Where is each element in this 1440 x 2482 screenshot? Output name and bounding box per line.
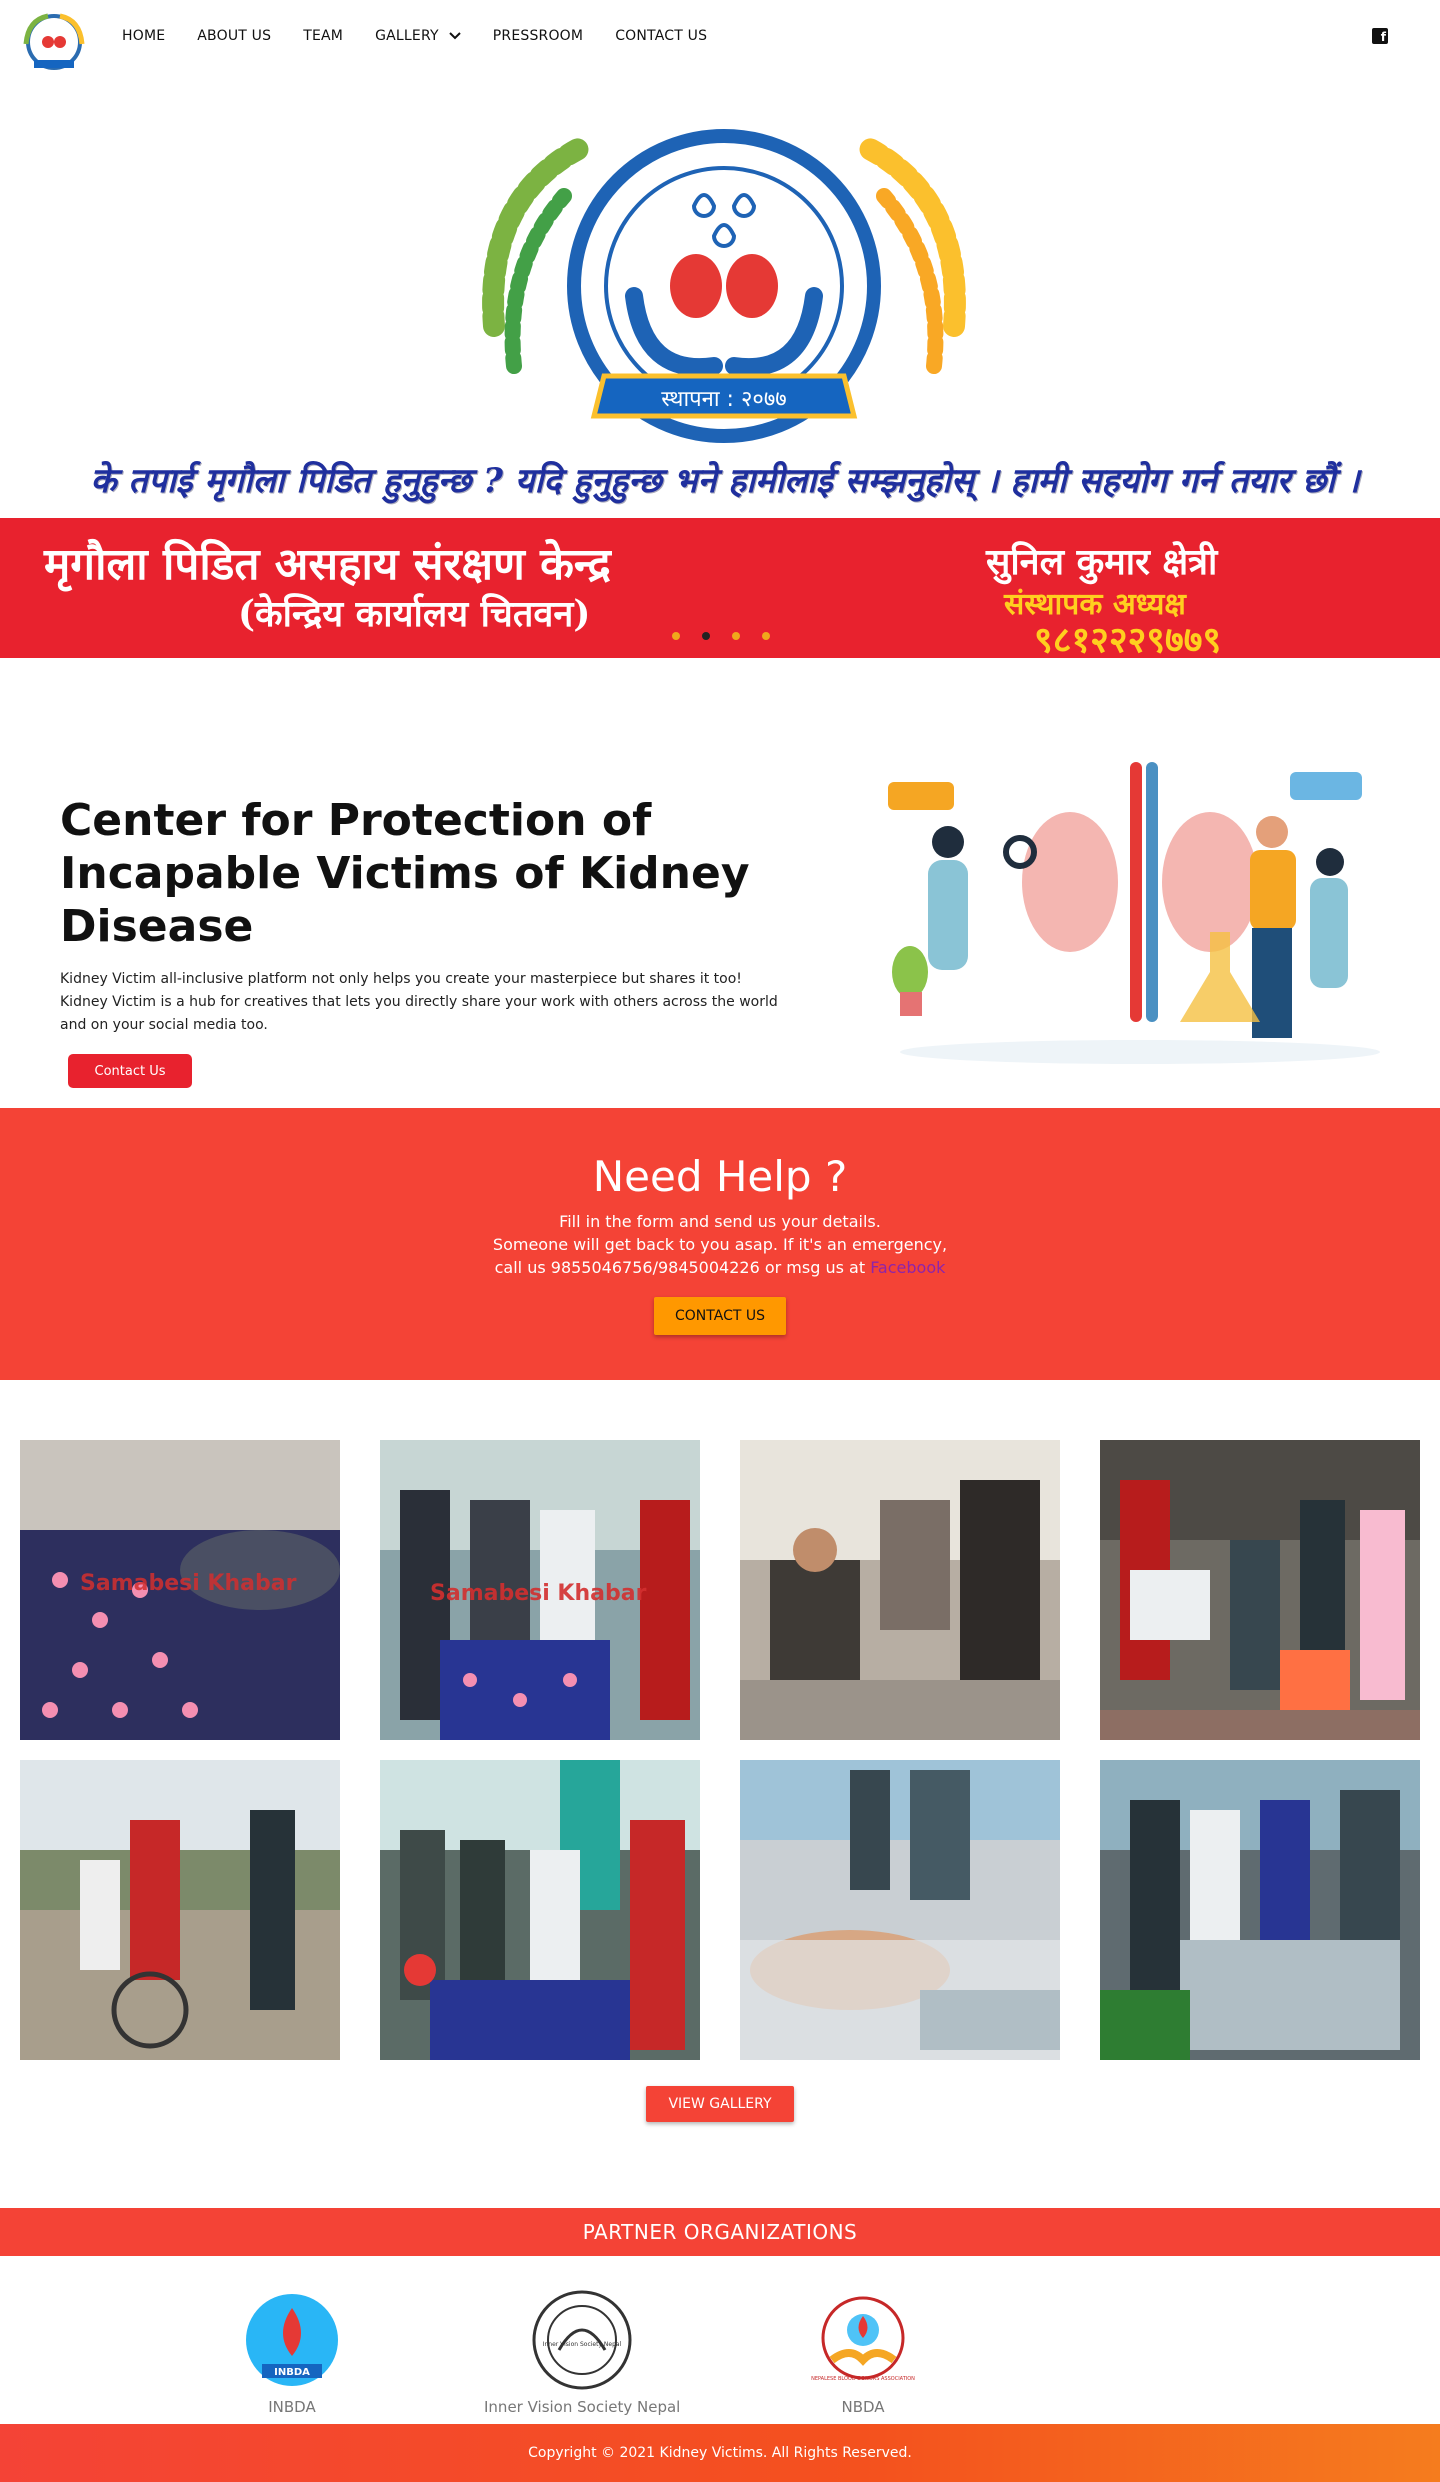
gallery-photo[interactable] [1100, 1440, 1420, 1740]
photo-watermark: Samabesi Khabar [430, 1581, 647, 1606]
nav-about-us[interactable]: ABOUT US [197, 28, 271, 44]
view-gallery-button[interactable]: VIEW GALLERY [646, 2086, 794, 2122]
svg-text:INBDA: INBDA [274, 2367, 310, 2378]
partner-name: NBDA [841, 2398, 885, 2416]
banner-title: मृगौला पिडित असहाय संरक्षण केन्द्र [44, 539, 611, 590]
nav-team[interactable]: TEAM [303, 28, 343, 44]
partner-name: INBDA [268, 2398, 316, 2416]
kidney-doctors-illustration [888, 762, 1380, 1064]
photo-ward-visit [1100, 1760, 1420, 2060]
slider-dot[interactable] [762, 632, 770, 640]
slider-dot[interactable] [672, 632, 680, 640]
gallery-photo[interactable] [740, 1440, 1060, 1740]
about-section: Center for Protection of Incapable Victi… [0, 658, 1440, 1108]
partner-nbda[interactable]: NEPALESE BLOOD DONORS ASSOCIATION NBDA [810, 2290, 916, 2416]
banner-founder-name: सुनिल कुमार क्षेत्री [986, 541, 1218, 583]
photo-elderly-patient [740, 1440, 1060, 1740]
slider-dots [672, 632, 770, 640]
partner-name: Inner Vision Society Nepal [484, 2398, 681, 2416]
hero-slider: स्थापना : २०७७ के तपाई मृगौला पिडित हुनु… [0, 76, 1440, 658]
slider-dot[interactable] [732, 632, 740, 640]
partners-section: INBDA INBDA Inner Vision Society Nepal I… [0, 2256, 1440, 2424]
nav-gallery[interactable]: GALLERY [375, 28, 461, 44]
help-line-2: Someone will get back to you asap. If it… [492, 1235, 948, 1254]
hero-tagline: के तपाई मृगौला पिडित हुनुहुन्छ ? यदि हुन… [90, 461, 1360, 501]
photo-donation-handover: Samabesi Khabar [380, 1440, 700, 1740]
contact-us-cta-button[interactable]: CONTACT US [654, 1297, 786, 1335]
contact-us-button[interactable]: Contact Us [68, 1054, 192, 1088]
nav-contact-us[interactable]: CONTACT US [615, 28, 707, 44]
nav-home[interactable]: HOME [122, 28, 165, 44]
main-menu: HOME ABOUT US TEAM GALLERY PRESSROOM CON… [122, 28, 739, 44]
help-phone-text: call us 9855046756/9845004226 or msg us … [494, 1258, 871, 1277]
gallery-photo[interactable] [1100, 1760, 1420, 2060]
partner-inbda[interactable]: INBDA INBDA [232, 2290, 352, 2416]
copyright-text: Copyright © 2021 Kidney Victims. All Rig… [528, 2445, 912, 2461]
photo-patient-bed [740, 1760, 1060, 2060]
photo-patient-care: Samabesi Khabar [20, 1440, 340, 1740]
gallery-photo[interactable]: Samabesi Khabar [20, 1440, 340, 1740]
footer: Copyright © 2021 Kidney Victims. All Rig… [0, 2424, 1440, 2482]
banner-subtitle: (केन्द्रिय कार्यालय चितवन) [238, 593, 591, 635]
photo-outdoor-wheelchair [20, 1760, 340, 2060]
photo-wheelchair-support [1100, 1440, 1420, 1740]
slider-dot-active[interactable] [702, 632, 710, 640]
gallery-photo[interactable]: Samabesi Khabar [380, 1440, 700, 1740]
gallery-photo[interactable] [20, 1760, 340, 2060]
facebook-icon[interactable]: f [1372, 28, 1388, 44]
nav-pressroom[interactable]: PRESSROOM [493, 28, 583, 44]
help-title: Need Help ? [592, 1152, 848, 1201]
nbda-logo: NEPALESE BLOOD DONORS ASSOCIATION [811, 2296, 915, 2382]
banner-phone: ९८१२२२९७७९ [1034, 619, 1222, 658]
svg-text:NEPALESE BLOOD DONORS ASSOCIAT: NEPALESE BLOOD DONORS ASSOCIATION [811, 2376, 915, 2382]
nav-gallery-label: GALLERY [375, 28, 439, 44]
partner-inner-vision[interactable]: Inner Vision Society Nepal Inner Vision … [484, 2290, 680, 2416]
help-line-3: call us 9855046756/9845004226 or msg us … [0, 1258, 1440, 1277]
gallery-photo[interactable] [380, 1760, 700, 2060]
chevron-down-icon [449, 32, 461, 40]
facebook-link[interactable]: Facebook [870, 1258, 945, 1277]
photo-watermark: Samabesi Khabar [80, 1571, 297, 1596]
svg-text:Inner Vision Society Nepal: Inner Vision Society Nepal [543, 2341, 622, 2348]
need-help-section: Need Help ? Fill in the form and send us… [0, 1108, 1440, 1380]
emblem-founded-text: स्थापना : २०७७ [661, 387, 786, 412]
gallery-section: Samabesi Khabar Samabesi Khabar VIEW GAL… [0, 1380, 1440, 2208]
partners-heading: PARTNER ORGANIZATIONS [0, 2208, 1440, 2256]
gallery-photo[interactable] [740, 1760, 1060, 2060]
help-line-1: Fill in the form and send us your detail… [559, 1212, 881, 1231]
site-logo[interactable] [18, 10, 90, 74]
navbar: HOME ABOUT US TEAM GALLERY PRESSROOM CON… [0, 0, 1440, 76]
inbda-logo: INBDA [246, 2294, 338, 2386]
inner-vision-logo: Inner Vision Society Nepal [532, 2290, 632, 2390]
photo-hospital-visit [380, 1760, 700, 2060]
about-body: Kidney Victim all-inclusive platform not… [60, 971, 778, 1033]
about-title: Center for Protection of Incapable Victi… [60, 795, 750, 952]
